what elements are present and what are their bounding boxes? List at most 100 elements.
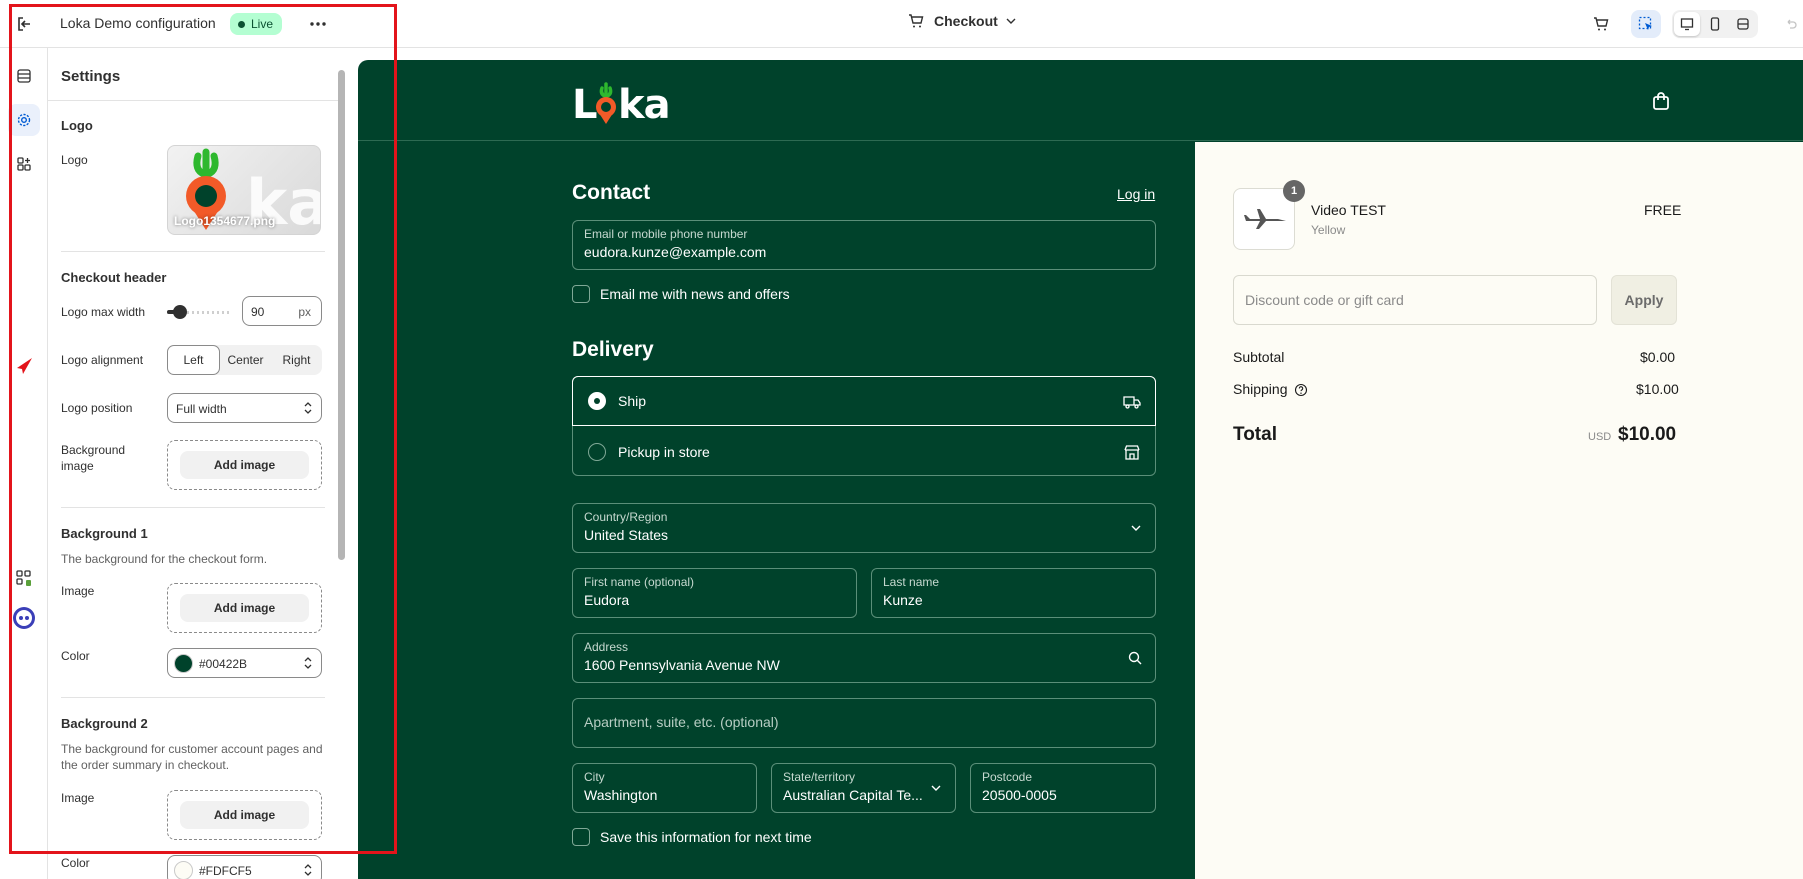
mobile-icon <box>1710 17 1720 31</box>
truck-icon <box>1123 396 1141 409</box>
news-checkbox[interactable]: Email me with news and offers <box>572 285 790 303</box>
apps-icon <box>17 157 31 171</box>
chevron-down-icon <box>931 785 941 791</box>
address-field[interactable]: Address 1600 Pennsylvania Avenue NW <box>572 633 1156 683</box>
slider-handle[interactable] <box>173 305 187 319</box>
logo-max-width-label: Logo max width <box>61 305 146 319</box>
alignment-right-option[interactable]: Right <box>271 345 322 375</box>
sections-button[interactable] <box>8 60 40 92</box>
svg-text:L: L <box>572 82 597 128</box>
logo-max-width-input[interactable]: 90 px <box>242 296 322 326</box>
apply-discount-button[interactable]: Apply <box>1611 275 1677 325</box>
ship-option[interactable]: Ship <box>572 376 1156 426</box>
product-name: Video TEST <box>1311 202 1386 218</box>
alignment-center-option[interactable]: Center <box>220 345 271 375</box>
store-icon <box>1124 445 1140 460</box>
login-link[interactable]: Log in <box>1117 186 1155 202</box>
postcode-field[interactable]: Postcode 20500-0005 <box>970 763 1156 813</box>
help-icon[interactable] <box>1294 383 1308 397</box>
alignment-left-option[interactable]: Left <box>167 345 220 375</box>
first-name-field[interactable]: First name (optional) Eudora <box>572 568 857 618</box>
cart-icon <box>1594 17 1609 31</box>
chevron-down-icon <box>1131 525 1141 531</box>
inspector-toggle-button[interactable] <box>1631 10 1661 38</box>
logo-image-picker[interactable]: ka Logo1354677.png <box>167 145 321 235</box>
logo-position-value: Full width <box>176 402 227 416</box>
select-cursor-icon <box>1638 16 1652 30</box>
pickup-option[interactable]: Pickup in store <box>573 427 1155 477</box>
fullscreen-view-button[interactable] <box>1730 12 1756 36</box>
undo-button[interactable] <box>1776 10 1803 38</box>
state-value: Australian Capital Te... <box>783 787 923 803</box>
city-label: City <box>584 770 605 784</box>
country-select[interactable]: Country/Region United States <box>572 503 1156 553</box>
email-field-label: Email or mobile phone number <box>584 227 748 241</box>
email-field[interactable]: Email or mobile phone number eudora.kunz… <box>572 220 1156 270</box>
exit-icon[interactable] <box>14 14 34 34</box>
divider <box>61 697 325 698</box>
logo-label: Logo <box>61 153 88 167</box>
checkout-header-title: Checkout header <box>61 270 167 285</box>
subtotal-value: $0.00 <box>1640 349 1676 365</box>
chevron-down-icon <box>1006 18 1016 24</box>
apartment-field[interactable]: Apartment, suite, etc. (optional) <box>572 698 1156 748</box>
mobile-view-button[interactable] <box>1702 12 1728 36</box>
city-field[interactable]: City Washington <box>572 763 757 813</box>
apps-button[interactable] <box>8 148 40 180</box>
search-icon[interactable] <box>1127 650 1143 666</box>
quantity-badge: 1 <box>1283 180 1305 202</box>
app-block-button[interactable] <box>8 562 40 594</box>
logo-max-width-slider[interactable] <box>167 304 229 320</box>
discount-code-input[interactable]: Discount code or gift card <box>1233 275 1597 325</box>
background1-image-dropzone: Add image <box>167 583 322 633</box>
logo-position-select[interactable]: Full width <box>167 393 322 423</box>
order-summary <box>1195 142 1803 879</box>
background1-color-picker[interactable]: #00422B <box>167 648 322 678</box>
pickup-radio[interactable] <box>588 443 606 461</box>
delivery-heading: Delivery <box>572 338 654 361</box>
desktop-icon <box>1680 18 1694 31</box>
first-name-label: First name (optional) <box>584 575 695 589</box>
save-info-checkbox[interactable]: Save this information for next time <box>572 828 812 846</box>
state-select[interactable]: State/territory Australian Capital Te... <box>771 763 956 813</box>
page-selector[interactable]: Checkout <box>908 13 1016 29</box>
background2-color-value: #FDFCF5 <box>199 864 252 878</box>
checkbox-box[interactable] <box>572 285 590 303</box>
background-image-label: Background image <box>61 443 126 473</box>
last-name-field[interactable]: Last name Kunze <box>871 568 1156 618</box>
desktop-view-button[interactable] <box>1674 12 1700 36</box>
background2-color-picker[interactable]: #FDFCF5 <box>167 855 322 879</box>
shopping-bag-icon[interactable] <box>1650 90 1672 112</box>
settings-button[interactable] <box>8 104 40 136</box>
logo-position-label: Logo position <box>61 401 133 415</box>
cart-preview-button[interactable] <box>1586 10 1616 38</box>
add-background-image-button[interactable]: Add image <box>180 451 309 479</box>
status-dot-icon <box>238 20 245 28</box>
background2-color-label: Color <box>61 856 90 870</box>
add-background1-image-button[interactable]: Add image <box>180 594 309 622</box>
news-checkbox-label: Email me with news and offers <box>600 286 790 302</box>
app-title: Loka Demo configuration <box>60 15 216 31</box>
page-selector-label: Checkout <box>934 13 998 29</box>
postcode-value: 20500-0005 <box>982 787 1057 803</box>
more-actions-icon[interactable] <box>306 13 330 35</box>
background1-image-label: Image <box>61 584 95 598</box>
background1-color-value: #00422B <box>199 657 248 671</box>
subtotal-label: Subtotal <box>1233 349 1285 365</box>
shipping-value: $10.00 <box>1636 381 1679 397</box>
brand-logo[interactable]: L ka <box>572 78 692 138</box>
background2-image-label: Image <box>61 791 95 805</box>
logo-max-width-unit: px <box>298 305 311 319</box>
checkbox-box[interactable] <box>572 828 590 846</box>
settings-panel: Settings Logo Logo ka Logo1354677.png Ch… <box>48 48 338 879</box>
logo-max-width-value: 90 <box>251 305 265 319</box>
background1-title: Background 1 <box>61 526 148 541</box>
settings-scrollbar-thumb[interactable] <box>338 70 345 560</box>
ship-radio[interactable] <box>588 392 606 410</box>
left-rail <box>0 48 48 879</box>
assistant-button[interactable] <box>8 602 40 634</box>
pickup-label: Pickup in store <box>618 444 710 460</box>
email-field-value: eudora.kunze@example.com <box>584 244 767 260</box>
add-background2-image-button[interactable]: Add image <box>180 801 309 829</box>
expand-icon <box>1737 18 1749 30</box>
